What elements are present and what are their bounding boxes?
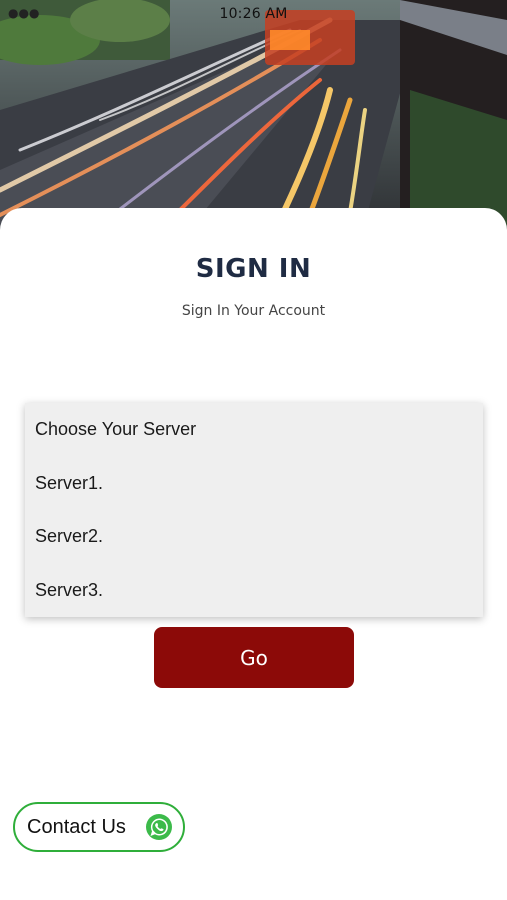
page-subtitle: Sign In Your Account [181, 303, 326, 319]
whatsapp-icon [146, 814, 172, 840]
contact-us-button[interactable]: Contact Us [13, 802, 185, 852]
contact-us-label: Contact Us [27, 815, 126, 838]
status-bar-time: 10:26 AM [219, 6, 288, 22]
highway-light-trails-image [0, 0, 507, 240]
page-title: SIGN IN [195, 254, 312, 284]
header-photo: ●●● 10:26 AM [0, 0, 507, 240]
server-option-2[interactable]: Server2. [25, 510, 483, 564]
server-option-placeholder[interactable]: Choose Your Server [25, 403, 483, 457]
server-option-1[interactable]: Server1. [25, 457, 483, 511]
sign-in-card: SIGN IN Sign In Your Account Choose Your… [0, 208, 507, 900]
server-option-3[interactable]: Server3. [25, 564, 483, 618]
go-button[interactable]: Go [154, 627, 354, 688]
server-dropdown-list[interactable]: Choose Your Server Server1. Server2. Ser… [25, 403, 483, 617]
